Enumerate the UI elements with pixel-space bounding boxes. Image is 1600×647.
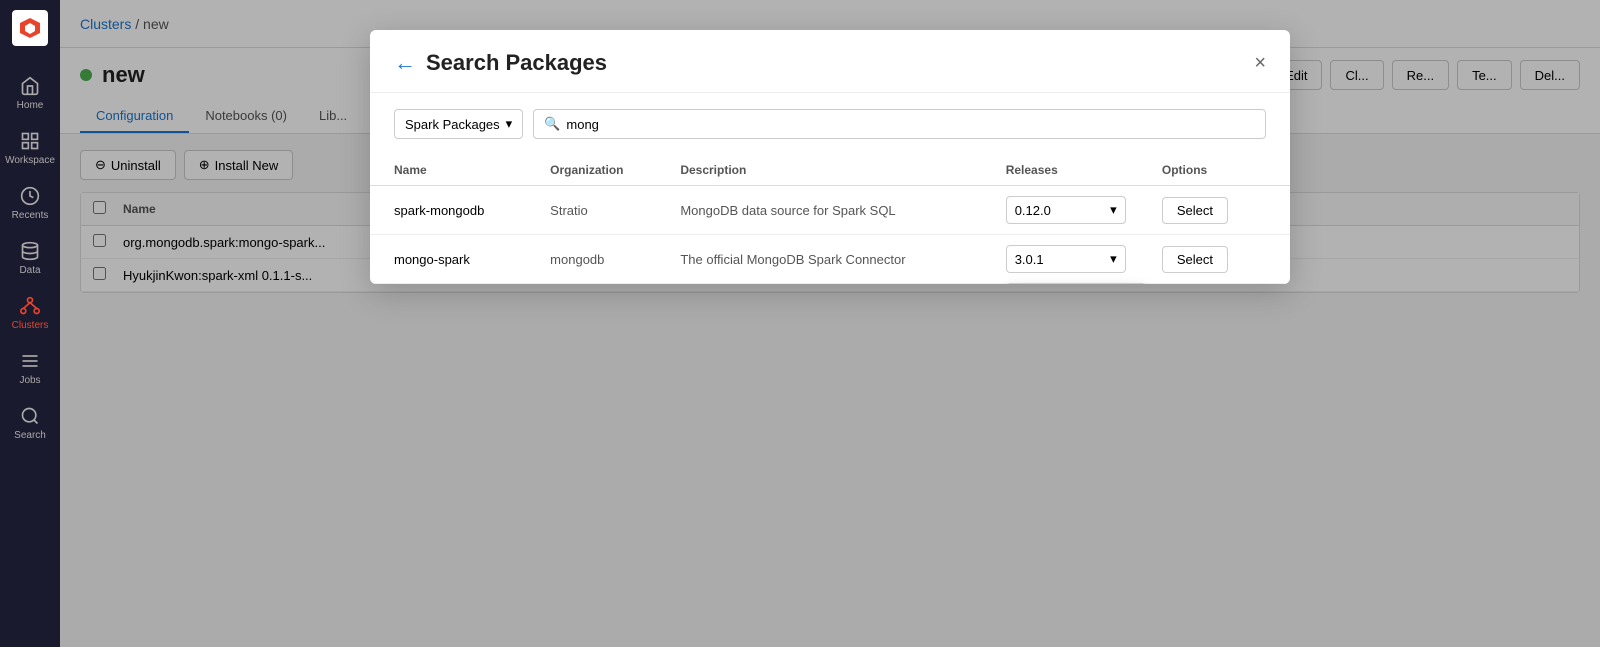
search-input[interactable] [566, 117, 1255, 132]
result2-selected-release: 3.0.1 [1015, 252, 1044, 267]
result-row-1: spark-mongodb Stratio MongoDB data sourc… [370, 186, 1290, 235]
result1-options: Select [1162, 197, 1266, 224]
search-box: 🔍 [533, 109, 1266, 139]
modal-header: ← Search Packages × [370, 30, 1290, 93]
result1-release-col: 0.12.0 ▾ [1006, 196, 1162, 224]
result1-select-button[interactable]: Select [1162, 197, 1228, 224]
sidebar-item-clusters[interactable]: Clusters [0, 286, 60, 341]
result2-chevron-icon: ▾ [1110, 251, 1117, 267]
package-type-label: Spark Packages [405, 117, 500, 132]
result1-chevron-icon: ▾ [1110, 202, 1117, 218]
search-icon: 🔍 [544, 116, 560, 132]
sidebar-item-search[interactable]: Search [0, 396, 60, 451]
release-dropdown[interactable]: 3.0.12.4.32.3.52.2.92.1.83.0.02.4.22.3.4… [1006, 283, 1146, 284]
result-row-2: mongo-spark mongodb The official MongoDB… [370, 235, 1290, 284]
modal-title-text: Search Packages [426, 50, 607, 76]
result2-select-button[interactable]: Select [1162, 246, 1228, 273]
modal-overlay: ← Search Packages × Spark Packages ▾ 🔍 N… [60, 0, 1600, 647]
result1-selected-release: 0.12.0 [1015, 203, 1051, 218]
result2-release-col: 3.0.1 ▾ 3.0.12.4.32.3.52.2.92.1.83.0.02.… [1006, 245, 1162, 273]
chevron-down-icon: ▾ [506, 116, 513, 132]
result1-release-select[interactable]: 0.12.0 ▾ [1006, 196, 1126, 224]
package-type-select[interactable]: Spark Packages ▾ [394, 109, 523, 139]
sidebar-item-recents[interactable]: Recents [0, 176, 60, 231]
back-arrow-icon[interactable]: ← [394, 50, 416, 76]
app-logo [12, 10, 48, 46]
result1-name: spark-mongodb [394, 203, 550, 218]
result2-org: mongodb [550, 252, 680, 267]
result1-org: Stratio [550, 203, 680, 218]
result2-desc: The official MongoDB Spark Connector [680, 252, 1005, 267]
col-header-org: Organization [550, 163, 680, 177]
sidebar: Home Workspace Recents Data Clusters [0, 0, 60, 647]
col-header-desc: Description [680, 163, 1005, 177]
results-table-header: Name Organization Description Releases O… [370, 155, 1290, 186]
modal-title-row: ← Search Packages [394, 50, 607, 76]
sidebar-item-home[interactable]: Home [0, 66, 60, 121]
result2-name: mongo-spark [394, 252, 550, 267]
result2-release-select[interactable]: 3.0.1 ▾ [1006, 245, 1126, 273]
sidebar-item-data[interactable]: Data [0, 231, 60, 286]
result1-desc: MongoDB data source for Spark SQL [680, 203, 1005, 218]
col-header-name: Name [394, 163, 550, 177]
main-area: Clusters / new new ✎ Edit Cl... Re... [60, 0, 1600, 647]
col-header-releases: Releases [1006, 163, 1162, 177]
search-packages-modal: ← Search Packages × Spark Packages ▾ 🔍 N… [370, 30, 1290, 284]
result2-options: Select [1162, 246, 1266, 273]
modal-close-button[interactable]: × [1254, 52, 1266, 75]
sidebar-item-jobs[interactable]: Jobs [0, 341, 60, 396]
sidebar-item-workspace[interactable]: Workspace [0, 121, 60, 176]
col-header-options: Options [1162, 163, 1266, 177]
modal-search-bar: Spark Packages ▾ 🔍 [370, 93, 1290, 155]
